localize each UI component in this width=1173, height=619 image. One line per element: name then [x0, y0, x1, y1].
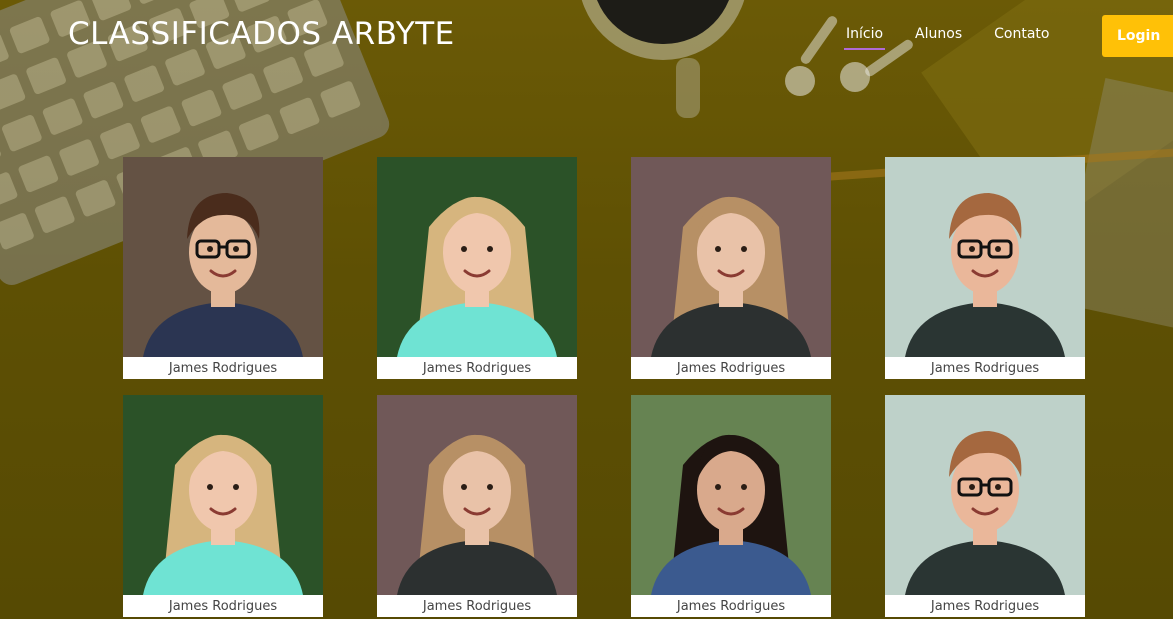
keyboard-key-decoration: [82, 80, 125, 120]
keyboard-key-decoration: [139, 105, 182, 144]
student-name: James Rodrigues: [168, 599, 278, 614]
portrait-illustration: [377, 395, 577, 595]
keyboard-key-decoration: [0, 171, 19, 210]
keyboard-key-decoration: [319, 80, 362, 119]
student-card[interactable]: James Rodrigues: [885, 157, 1085, 379]
student-card[interactable]: James Rodrigues: [631, 395, 831, 617]
student-name: James Rodrigues: [930, 599, 1040, 614]
nav-item-contato[interactable]: Contato: [994, 26, 1049, 48]
student-card[interactable]: James Rodrigues: [885, 395, 1085, 617]
portrait-illustration: [885, 395, 1085, 595]
student-name: James Rodrigues: [168, 361, 278, 376]
student-name: James Rodrigues: [930, 361, 1040, 376]
student-photo[interactable]: [631, 395, 831, 595]
portrait-illustration: [123, 157, 323, 357]
student-name: James Rodrigues: [422, 599, 532, 614]
student-name: James Rodrigues: [676, 361, 786, 376]
portrait-illustration: [123, 395, 323, 595]
student-card[interactable]: James Rodrigues: [123, 395, 323, 617]
student-name: James Rodrigues: [422, 361, 532, 376]
keyboard-key-decoration: [0, 130, 3, 169]
keyboard-key-decoration: [278, 96, 321, 136]
portrait-illustration: [377, 157, 577, 357]
keyboard-key-decoration: [58, 138, 101, 177]
keyboard-key-decoration: [0, 113, 43, 153]
keyboard-key-decoration: [180, 88, 223, 128]
nav-item-inicio[interactable]: Início: [843, 26, 886, 50]
student-grid: James Rodrigues James Rodrigues James Rodr…: [123, 157, 1085, 617]
portrait-illustration: [631, 395, 831, 595]
student-photo[interactable]: [123, 395, 323, 595]
portrait-illustration: [631, 157, 831, 357]
keyboard-key-decoration: [98, 121, 141, 161]
keyboard-key-decoration: [33, 195, 76, 235]
brand-logo-text[interactable]: CLASSIFICADOS ARBYTE: [68, 16, 455, 52]
student-photo[interactable]: [631, 157, 831, 357]
student-photo[interactable]: [885, 395, 1085, 595]
site-header: CLASSIFICADOS ARBYTE Início Alunos Conta…: [0, 0, 1173, 72]
keyboard-key-decoration: [17, 154, 60, 194]
keyboard-key-decoration: [237, 112, 280, 152]
keyboard-key-decoration: [0, 73, 27, 112]
portrait-illustration: [885, 157, 1085, 357]
student-card[interactable]: James Rodrigues: [377, 157, 577, 379]
login-button[interactable]: Login: [1102, 15, 1173, 57]
keyboard-key-decoration: [221, 72, 264, 111]
student-photo[interactable]: [885, 157, 1085, 357]
student-card[interactable]: James Rodrigues: [631, 157, 831, 379]
student-photo[interactable]: [123, 157, 323, 357]
keyboard-key-decoration: [0, 211, 36, 251]
student-photo[interactable]: [377, 157, 577, 357]
student-card[interactable]: James Rodrigues: [377, 395, 577, 617]
main-nav: Início Alunos Contato: [843, 26, 1081, 50]
student-card[interactable]: James Rodrigues: [123, 157, 323, 379]
keyboard-key-decoration: [74, 178, 117, 218]
student-name: James Rodrigues: [676, 599, 786, 614]
nav-item-alunos[interactable]: Alunos: [915, 26, 962, 48]
student-photo[interactable]: [377, 395, 577, 595]
keyboard-key-decoration: [41, 97, 84, 137]
